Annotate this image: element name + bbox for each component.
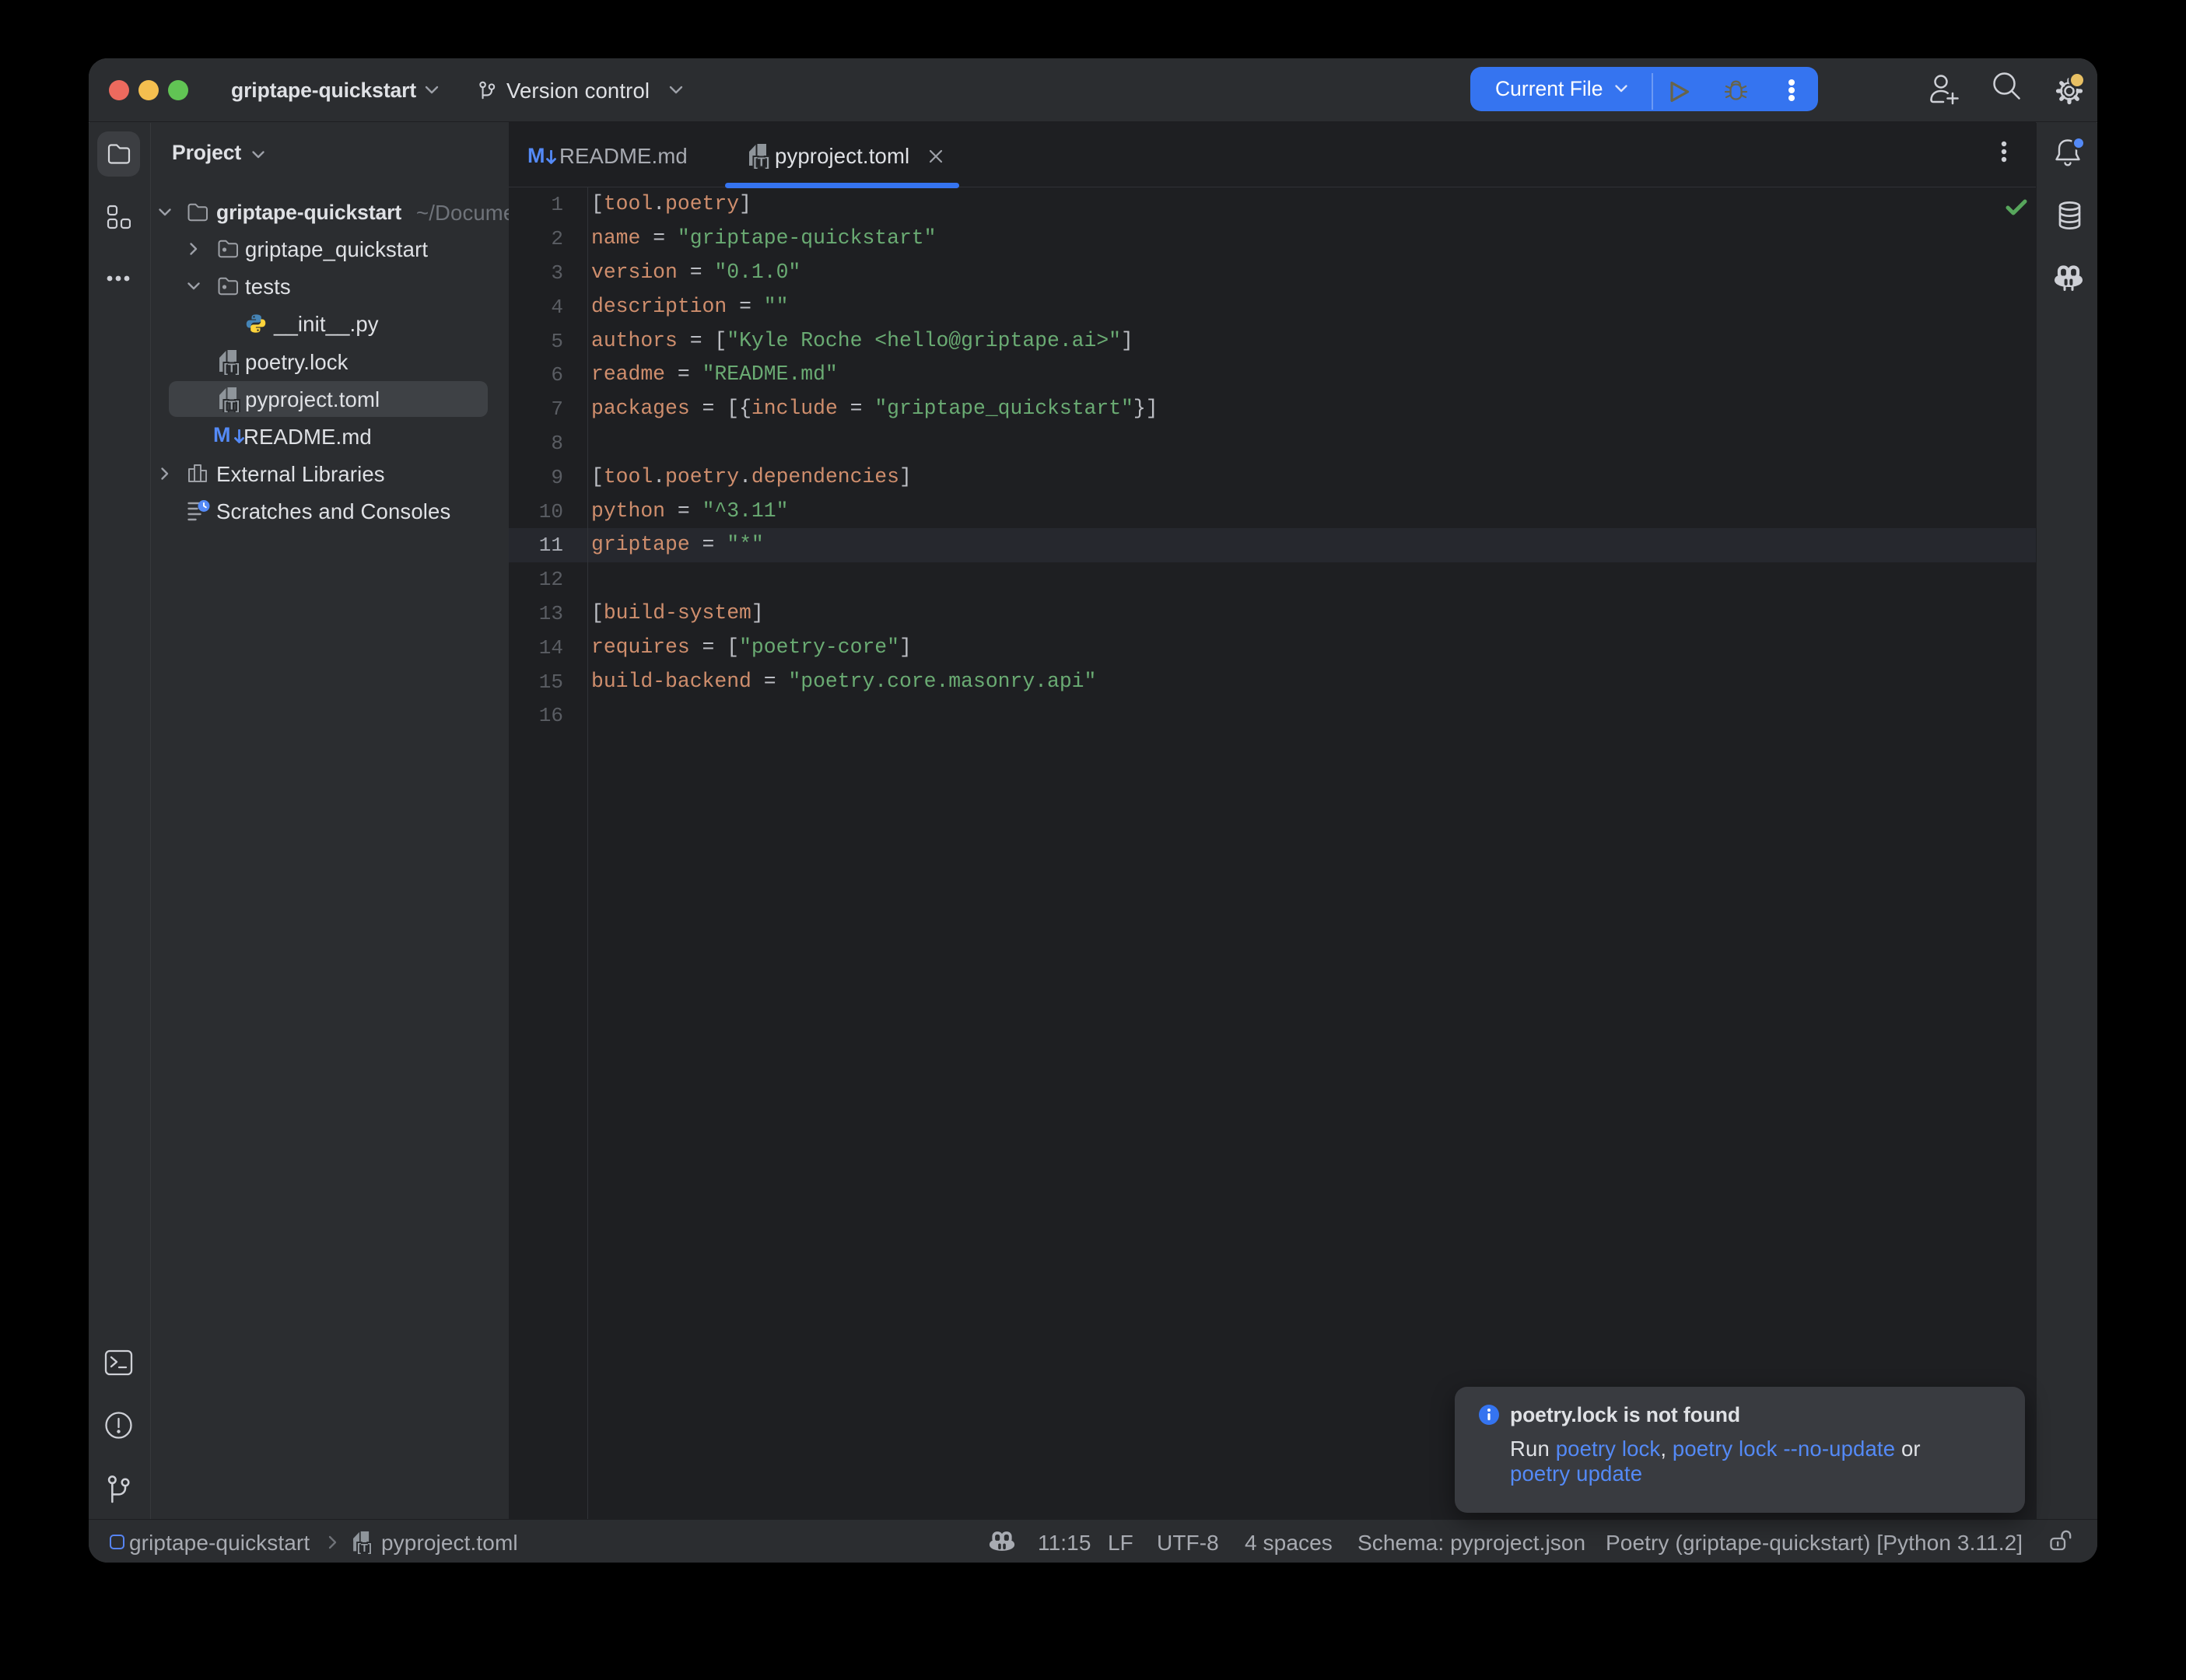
svg-text:[T]: [T] bbox=[754, 156, 769, 170]
svg-text:[T]: [T] bbox=[357, 1542, 372, 1554]
